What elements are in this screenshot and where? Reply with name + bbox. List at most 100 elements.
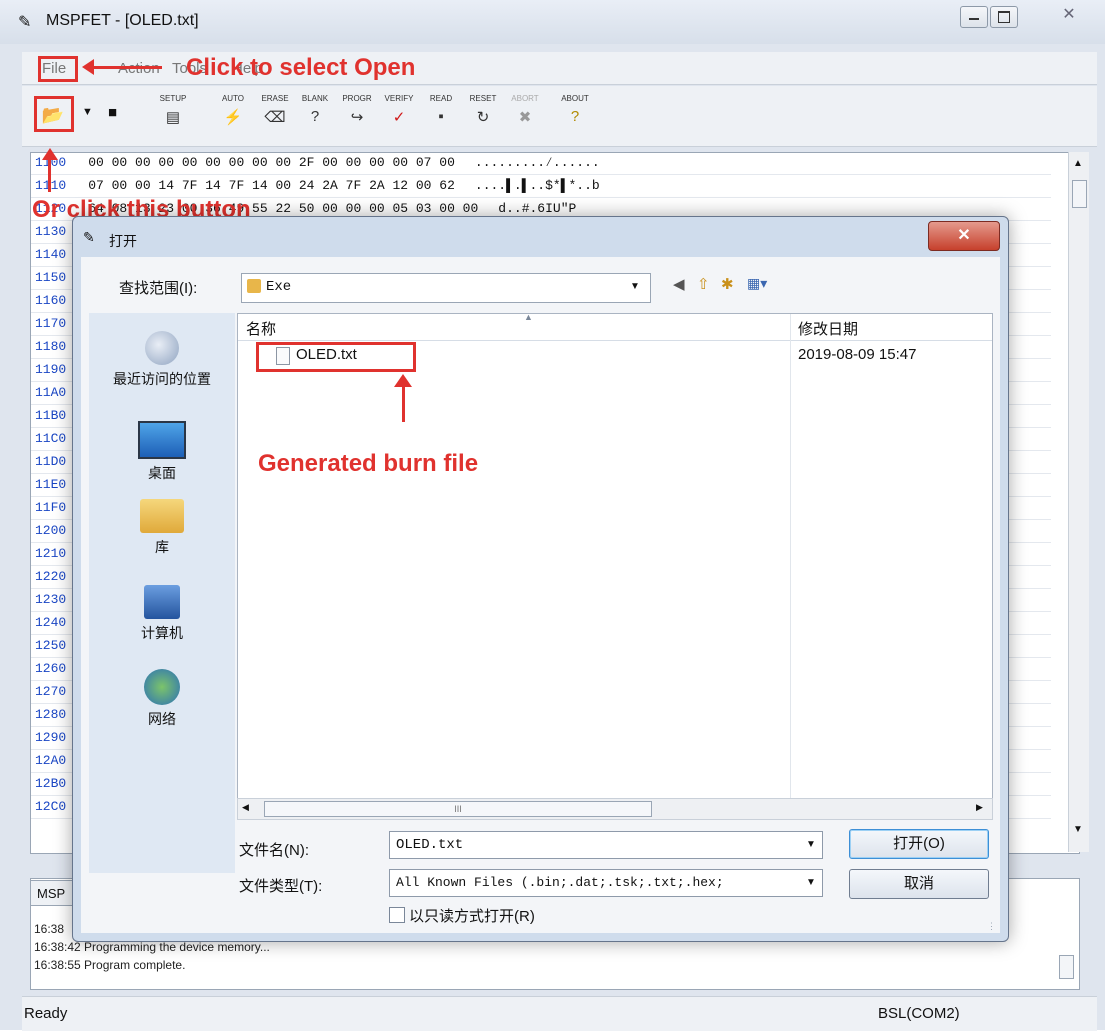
annotation-select-open: Click to select Open [186,54,416,81]
dialog-close-button[interactable]: ✕ [928,221,1000,251]
filename-value: OLED.txt [396,837,464,853]
verify-button[interactable]: VERIFY ✓ [378,94,420,126]
filetype-combo[interactable]: All Known Files (.bin;.dat;.tsk;.txt;.he… [389,869,823,897]
hex-row: 1100 00 00 00 00 00 00 00 00 00 2F 00 00 … [35,155,600,175]
readonly-checkbox[interactable] [389,907,405,923]
scroll-thumb[interactable] [1072,180,1087,208]
abort-button: ABORT ✖ [504,94,546,126]
hex-address: 1290 [35,730,67,745]
place-desktop[interactable]: 桌面 [89,421,235,483]
hex-address: 1220 [35,569,67,584]
file-list-horizontal-scrollbar[interactable]: ◀ III ▶ [237,798,993,820]
file-list[interactable]: 名称 ▲ 修改日期 OLED.txt 2019-08-09 15:47 Gene… [237,312,993,799]
scroll-right-icon[interactable]: ▶ [976,802,983,813]
column-name[interactable]: 名称 [246,318,276,339]
blank-button[interactable]: BLANK? [294,94,336,125]
view-menu-icon[interactable]: ▦▾ [747,275,767,292]
close-icon: ✕ [957,227,971,244]
hex-vertical-scrollbar[interactable]: ▲ ▼ [1068,152,1089,852]
minimize-icon [969,18,979,20]
hex-bytes: 07 00 00 14 7F 14 7F 14 00 24 2A 7F 2A 1… [88,178,455,193]
column-header: 名称 ▲ 修改日期 [238,312,992,341]
hex-address: 12C0 [35,799,67,814]
open-dropdown-icon[interactable]: ▼ [82,106,93,118]
sort-up-icon: ▲ [524,312,533,322]
hex-address: 1130 [35,224,67,239]
new-folder-icon[interactable]: ✱ [721,275,734,293]
column-divider [790,314,791,798]
annotation-burn-file: Generated burn file [258,450,479,477]
hex-address: 1180 [35,339,67,354]
scroll-down-icon[interactable]: ▼ [1073,824,1083,835]
hex-address: 11A0 [35,385,67,400]
places-bar: 最近访问的位置 桌面 库 计算机 网络 [89,313,235,873]
file-menu-highlight [38,56,78,82]
status-bar: Ready BSL(COM2) [22,996,1097,1031]
hex-address: 12A0 [35,753,67,768]
up-folder-icon[interactable]: ⇧ [697,275,710,293]
dialog-title: 打开 [109,233,137,249]
hex-address: 11F0 [35,500,67,515]
about-icon: ? [570,108,580,125]
toolbar: 📂 ▼ ■ SETUP ▤ AUTO ⚡ ERASE ⌫ BLANK? PROGR ↪ … [22,86,1097,147]
hex-address: 1280 [35,707,67,722]
program-icon: ↪ [350,109,364,126]
scroll-up-icon[interactable]: ▲ [1073,158,1083,169]
filename-combo[interactable]: OLED.txt ▼ [389,831,823,859]
file-highlight [256,342,416,372]
hex-address: 1160 [35,293,67,308]
dialog-body: 查找范围(I): Exe ▼ ◀ ⇧ ✱ ▦▾ 最近访问的位置 桌面 库 计算机… [81,257,1000,933]
filetype-value: All Known Files (.bin;.dat;.tsk;.txt;.he… [396,875,724,890]
log-scroll-thumb[interactable] [1059,955,1074,979]
hex-address: 12B0 [35,776,67,791]
cancel-button[interactable]: 取消 [849,869,989,899]
erase-button[interactable]: ERASE ⌫ [254,94,296,126]
maximize-button[interactable] [990,6,1018,28]
chevron-down-icon: ▼ [806,839,816,850]
network-globe-icon [144,669,180,705]
hex-address: 11B0 [35,408,67,423]
resize-grip-icon[interactable]: ⋮ [987,921,996,932]
readonly-label: 以只读方式打开(R) [409,908,535,925]
read-icon: ▪ [438,108,444,125]
progr-button[interactable]: PROGR ↪ [336,94,378,126]
back-icon[interactable]: ◀ [673,275,685,293]
recent-places-icon [145,331,179,365]
title-bar: ✎ MSPFET - [OLED.txt] ✕ [0,0,1105,44]
look-in-combo[interactable]: Exe ▼ [241,273,651,303]
reset-icon: ↻ [476,109,490,126]
place-library[interactable]: 库 [89,499,235,557]
log-line: 16:38:55 Program complete. [34,958,186,972]
about-button[interactable]: ABOUT? [554,94,596,125]
hex-address: 1260 [35,661,67,676]
menu-bar: File Action Tools Help [22,52,1097,85]
annotation-arrow-file [90,66,162,69]
chevron-down-icon: ▼ [630,281,640,292]
filename-label: 文件名(N): [239,842,309,859]
save-icon[interactable]: ■ [108,104,117,121]
open-file-button[interactable]: 打开(O) [849,829,989,859]
place-network[interactable]: 网络 [89,669,235,729]
erase-icon: ⌫ [264,109,286,126]
annotation-arrow-file-row [402,386,405,422]
hscroll-thumb[interactable]: III [264,801,652,817]
place-computer[interactable]: 计算机 [89,585,235,643]
read-button[interactable]: READ ▪ [420,94,462,125]
desktop-icon [138,421,186,459]
scroll-left-icon[interactable]: ◀ [242,802,249,813]
dialog-icon: ✎ [83,229,95,245]
library-icon [140,499,184,533]
chevron-down-icon: ▼ [806,877,816,888]
hex-address: 1200 [35,523,67,538]
column-date[interactable]: 修改日期 [798,318,858,339]
hex-ascii: .........⁄...... [474,155,600,170]
close-button[interactable]: ✕ [1040,4,1098,26]
auto-button[interactable]: AUTO ⚡ [212,94,254,126]
hex-row-divider [31,174,1051,175]
setup-button[interactable]: SETUP ▤ [152,94,194,126]
place-recent[interactable]: 最近访问的位置 [89,331,235,389]
hex-address: 1240 [35,615,67,630]
reset-button[interactable]: RESET ↻ [462,94,504,126]
minimize-button[interactable] [960,6,988,28]
hex-address: 1270 [35,684,67,699]
